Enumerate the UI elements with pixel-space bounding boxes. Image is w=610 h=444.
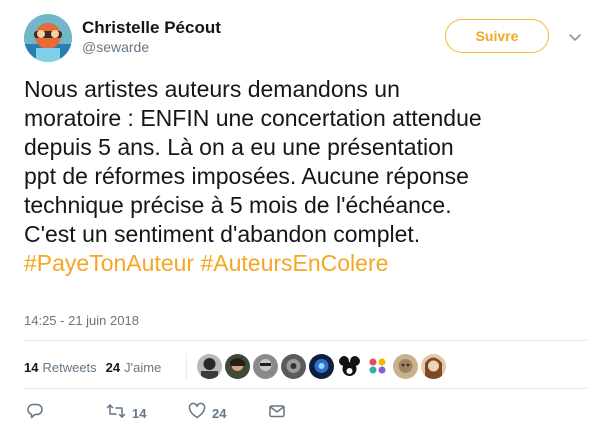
likers-avatars [197, 354, 446, 380]
tweet-text-line: depuis 5 ans. Là on a eu une présentatio… [24, 134, 454, 160]
like-count: 24 [212, 406, 227, 421]
liker-avatar[interactable] [421, 354, 446, 379]
divider [24, 340, 588, 341]
tweet-text-line: ppt de réformes imposées. Aucune réponse [24, 163, 469, 189]
tweet-text-line: technique précise à 5 mois de l'échéance… [24, 192, 452, 218]
heart-icon [188, 402, 206, 425]
likes-count: 24 [105, 359, 121, 375]
hashtag-link[interactable]: #PayeTonAuteur [24, 250, 194, 276]
tweet-card: Christelle Pécout @sewarde Suivre Nous a… [0, 0, 610, 444]
chevron-down-icon[interactable] [568, 30, 582, 44]
tweet-stats: 14 Retweets 24 J'aime [24, 352, 170, 382]
liker-avatar[interactable] [197, 354, 222, 379]
tweet-text-line: Nous artistes auteurs demandons un [24, 76, 400, 102]
liker-avatar[interactable] [393, 354, 418, 379]
liker-avatar[interactable] [309, 354, 334, 379]
reply-icon [26, 402, 44, 425]
like-button[interactable]: 24 [188, 402, 226, 425]
retweet-button[interactable]: 14 [106, 402, 146, 425]
tweet-timestamp[interactable]: 14:25 - 21 juin 2018 [24, 313, 139, 328]
follow-button[interactable]: Suivre [445, 19, 549, 53]
tweet-text-line: C'est un sentiment d'abandon complet. [24, 221, 421, 247]
liker-avatar[interactable] [225, 354, 250, 379]
direct-message-button[interactable] [268, 402, 286, 425]
retweet-icon [106, 402, 126, 425]
liker-avatar[interactable] [337, 354, 362, 379]
tweet-actions: 14 24 [24, 402, 324, 422]
liker-avatar[interactable] [253, 354, 278, 379]
divider [24, 388, 588, 389]
liker-avatar[interactable] [365, 354, 390, 379]
likes-label: J'aime [124, 359, 162, 375]
retweets-count: 14 [24, 359, 39, 375]
stats-separator [186, 354, 187, 380]
retweets-label: Retweets [42, 359, 97, 375]
hashtag-link[interactable]: #AuteursEnColere [200, 250, 388, 276]
envelope-icon [268, 402, 286, 425]
user-avatar[interactable] [24, 14, 72, 62]
tweet-text: Nous artistes auteurs demandons un morat… [24, 75, 594, 278]
hashtag-line: #PayeTonAuteur #AuteursEnColere [24, 249, 594, 278]
retweet-count: 14 [132, 406, 147, 421]
display-name[interactable]: Christelle Pécout [82, 18, 221, 38]
tweet-text-line: moratoire : ENFIN une concertation atten… [24, 105, 482, 131]
reply-button[interactable] [26, 402, 44, 425]
retweets-stat[interactable]: 14 Retweets [24, 360, 97, 375]
user-handle[interactable]: @sewarde [82, 38, 149, 56]
likes-stat[interactable]: 24 J'aime [106, 360, 162, 375]
liker-avatar[interactable] [281, 354, 306, 379]
